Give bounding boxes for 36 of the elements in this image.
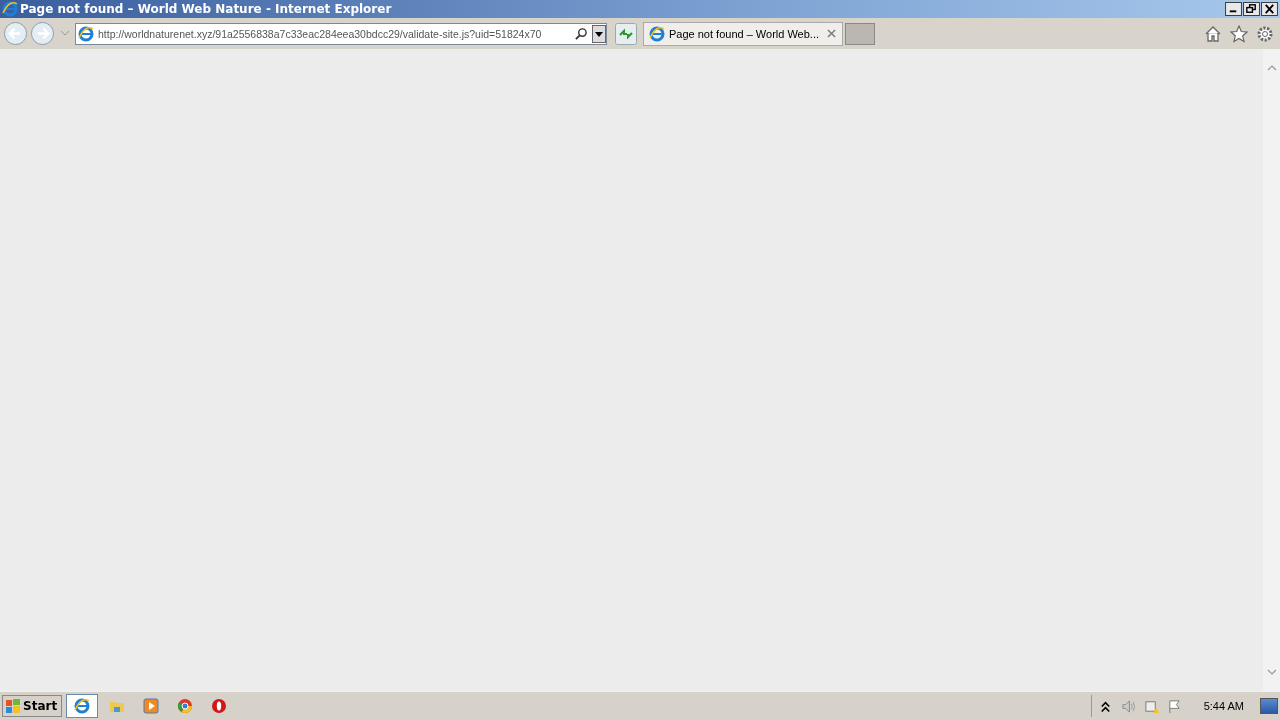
- address-bar[interactable]: http://worldnaturenet.xyz/91a2556838a7c33eac284eea30bdcc29/validate-site.js?uid=51824x70: [75, 22, 607, 45]
- settings-icon[interactable]: [1256, 24, 1274, 43]
- scroll-down-icon[interactable]: [1266, 669, 1277, 675]
- back-button[interactable]: [3, 21, 28, 46]
- restore-button[interactable]: [1243, 2, 1260, 16]
- star-icon[interactable]: [1230, 24, 1248, 43]
- dropdown-button[interactable]: [592, 24, 606, 43]
- ie-taskbar-button[interactable]: [66, 694, 99, 718]
- chrome-icon: [177, 698, 194, 714]
- scroll-up-icon[interactable]: [1266, 65, 1277, 71]
- speaker-icon[interactable]: [1120, 698, 1136, 714]
- ie-logo-icon: [74, 698, 91, 714]
- home-icon[interactable]: [1204, 24, 1222, 43]
- browser-tab[interactable]: Page not found – World Web...: [643, 21, 844, 46]
- opera-icon: [211, 698, 228, 714]
- ie-logo-icon: [649, 25, 665, 42]
- close-button[interactable]: [1261, 2, 1278, 16]
- scrollbar[interactable]: [1263, 49, 1280, 691]
- tab-label: Page not found – World Web...: [669, 27, 820, 40]
- close-icon[interactable]: [827, 29, 837, 38]
- minimize-button[interactable]: [1225, 2, 1242, 16]
- clock[interactable]: 5:44 AM: [1203, 700, 1244, 712]
- window-title: Page not found – World Web Nature - Internet Explorer: [20, 2, 392, 16]
- windows-logo-icon: [5, 698, 21, 714]
- ie-logo-icon: [78, 25, 94, 42]
- refresh-button[interactable]: [615, 22, 637, 45]
- new-tab-button[interactable]: [845, 22, 876, 45]
- network-warning-icon[interactable]: [1143, 698, 1159, 714]
- flag-icon[interactable]: [1166, 698, 1182, 714]
- forward-button[interactable]: [30, 21, 55, 46]
- ie-logo-icon: [2, 1, 18, 17]
- url-text: http://worldnaturenet.xyz/91a2556838a7c33eac284eea30bdcc29/validate-site.js?uid=51824x70: [98, 27, 543, 40]
- show-desktop-button[interactable]: [1260, 698, 1278, 714]
- search-icon[interactable]: [575, 27, 588, 40]
- play-icon: [143, 698, 160, 714]
- start-button[interactable]: Start: [2, 695, 63, 717]
